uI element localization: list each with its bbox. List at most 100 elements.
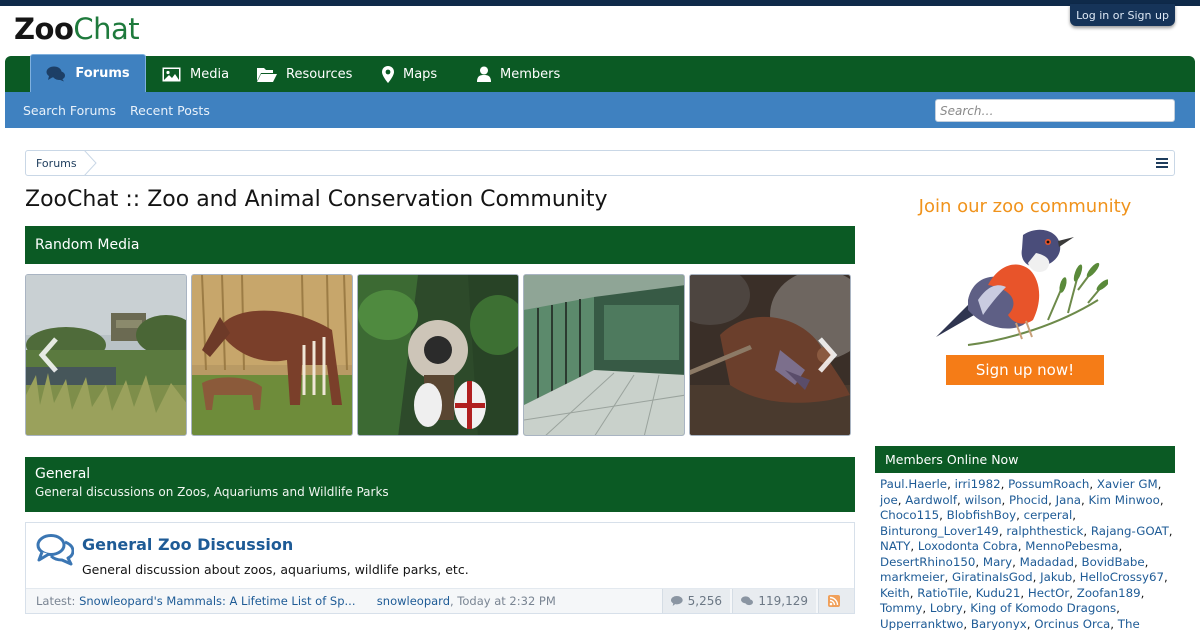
- sub-nav: Search Forums Recent Posts Search…: [5, 92, 1195, 128]
- member-link[interactable]: GiratinaIsGod: [952, 570, 1033, 584]
- login-signup-button[interactable]: Log in or Sign up: [1070, 4, 1175, 26]
- user-icon: [477, 66, 491, 82]
- breadcrumb-item-forums[interactable]: Forums: [26, 151, 87, 175]
- media-thumbnail[interactable]: [357, 274, 519, 436]
- media-thumbnail[interactable]: [191, 274, 353, 436]
- category-title[interactable]: General: [35, 466, 855, 482]
- member-link[interactable]: BovidBabe: [1081, 555, 1144, 569]
- folder-open-icon: [257, 67, 277, 82]
- member-link[interactable]: markmeier: [880, 570, 945, 584]
- member-link[interactable]: Upperranktwo: [880, 617, 963, 630]
- main-nav: Forums Media Resources Maps Members: [5, 54, 1195, 92]
- member-link[interactable]: Phocid: [1009, 493, 1048, 507]
- forum-description: General discussion about zoos, aquariums…: [82, 562, 469, 577]
- member-link[interactable]: Jakub: [1040, 570, 1072, 584]
- recent-posts-link[interactable]: Recent Posts: [130, 92, 210, 128]
- search-input[interactable]: Search…: [935, 99, 1175, 122]
- member-link[interactable]: Orcinus Orca: [1034, 617, 1110, 630]
- map-marker-icon: [382, 65, 394, 83]
- member-link[interactable]: MennoPebesma: [1025, 539, 1118, 553]
- comments-icon: [741, 596, 753, 606]
- members-online-list: Paul.Haerle, irri1982, PossumRoach, Xavi…: [880, 477, 1175, 630]
- forum-comments-icon: [36, 534, 74, 566]
- member-link[interactable]: Keith: [880, 586, 910, 600]
- promo-title: Join our zoo community: [918, 196, 1132, 217]
- member-link[interactable]: Jana: [1056, 493, 1081, 507]
- breadcrumb: Forums: [25, 150, 1175, 176]
- member-link[interactable]: joe: [880, 493, 898, 507]
- member-link[interactable]: BlobfishBoy: [947, 508, 1016, 522]
- signup-button[interactable]: Sign up now!: [946, 355, 1104, 385]
- carousel-prev-icon[interactable]: [34, 335, 64, 375]
- random-media-heading: Random Media: [25, 226, 855, 264]
- member-link[interactable]: Loxodonta Cobra: [918, 539, 1018, 553]
- member-link[interactable]: Zoofan189: [1077, 586, 1141, 600]
- member-link[interactable]: Paul.Haerle: [880, 477, 947, 491]
- nav-tab-media[interactable]: Media: [162, 56, 229, 92]
- forum-node-general-zoo-discussion: General Zoo Discussion General discussio…: [25, 522, 855, 614]
- member-link[interactable]: DesertRhino150: [880, 555, 975, 569]
- member-link[interactable]: Kudu21: [976, 586, 1021, 600]
- member-link[interactable]: ralphthestick: [1006, 524, 1083, 538]
- message-count-value: 119,129: [758, 594, 808, 608]
- thread-count-value: 5,256: [687, 594, 722, 608]
- latest-time: , Today at 2:32 PM: [450, 594, 556, 608]
- breadcrumb-separator-icon: [84, 150, 97, 176]
- media-thumbnail[interactable]: [523, 274, 685, 436]
- forum-footer: Latest: Snowleopard's Mammals: A Lifetim…: [26, 588, 854, 613]
- member-link[interactable]: HectOr: [1028, 586, 1069, 600]
- member-link[interactable]: PossumRoach: [1008, 477, 1089, 491]
- nav-tab-label: Media: [190, 66, 230, 82]
- member-link[interactable]: Mary: [983, 555, 1012, 569]
- member-link[interactable]: Aardwolf: [905, 493, 957, 507]
- members-online-heading[interactable]: Members Online Now: [875, 446, 1175, 473]
- member-link[interactable]: King of Komodo Dragons: [970, 601, 1116, 615]
- nav-tab-label: Forums: [75, 66, 130, 81]
- rss-icon: [828, 595, 840, 607]
- member-link[interactable]: Tommy: [880, 601, 922, 615]
- nav-tab-label: Maps: [403, 66, 438, 82]
- member-link[interactable]: Xavier GM: [1097, 477, 1158, 491]
- member-link[interactable]: wilson: [965, 493, 1002, 507]
- latest-prefix: Latest:: [36, 594, 76, 608]
- logo-chat: Chat: [73, 12, 140, 46]
- menu-icon[interactable]: [1156, 157, 1168, 169]
- comments-icon: [46, 66, 66, 81]
- member-link[interactable]: Baryonyx: [971, 617, 1027, 630]
- member-link[interactable]: NATY: [880, 539, 910, 553]
- member-link[interactable]: Choco115: [880, 508, 939, 522]
- comment-icon: [671, 596, 683, 606]
- nav-tab-label: Resources: [286, 66, 353, 82]
- site-logo[interactable]: ZooChat: [14, 12, 140, 46]
- thread-count: 5,256: [662, 589, 730, 613]
- nav-tab-label: Members: [500, 66, 561, 82]
- member-link[interactable]: Madadad: [1020, 555, 1074, 569]
- top-strip: [0, 0, 1200, 6]
- member-link[interactable]: Lobry: [930, 601, 963, 615]
- bird-illustration: [936, 229, 1108, 346]
- category-description: General discussions on Zoos, Aquariums a…: [35, 485, 389, 499]
- nav-tab-maps[interactable]: Maps: [382, 56, 437, 92]
- member-link[interactable]: Rajang-GOAT: [1091, 524, 1169, 538]
- latest-post: Latest: Snowleopard's Mammals: A Lifetim…: [36, 594, 556, 608]
- member-link[interactable]: cerperal: [1024, 508, 1073, 522]
- member-link[interactable]: HelloCrossy67: [1080, 570, 1164, 584]
- latest-user-link[interactable]: snowleopard: [377, 594, 450, 608]
- member-link[interactable]: irri1982: [955, 477, 1001, 491]
- member-link[interactable]: RatioTile: [917, 586, 968, 600]
- carousel-next-icon[interactable]: [812, 335, 842, 375]
- latest-thread-link[interactable]: Snowleopard's Mammals: A Lifetime List o…: [79, 594, 355, 608]
- nav-tab-forums[interactable]: Forums: [30, 54, 146, 92]
- search-forums-link[interactable]: Search Forums: [23, 92, 116, 128]
- forum-title-link[interactable]: General Zoo Discussion: [82, 535, 293, 554]
- member-link[interactable]: Kim Minwoo: [1089, 493, 1160, 507]
- nav-tab-resources[interactable]: Resources: [257, 56, 352, 92]
- category-general-heading[interactable]: General General discussions on Zoos, Aqu…: [25, 457, 855, 512]
- member-link[interactable]: Binturong_Lover149: [880, 524, 999, 538]
- logo-zoo: Zoo: [14, 12, 74, 46]
- nav-tab-members[interactable]: Members: [477, 56, 560, 92]
- rss-feed-button[interactable]: [818, 589, 854, 613]
- message-count: 119,129: [732, 589, 816, 613]
- page-title: ZooChat :: Zoo and Animal Conservation C…: [25, 187, 608, 212]
- image-icon: [162, 67, 181, 81]
